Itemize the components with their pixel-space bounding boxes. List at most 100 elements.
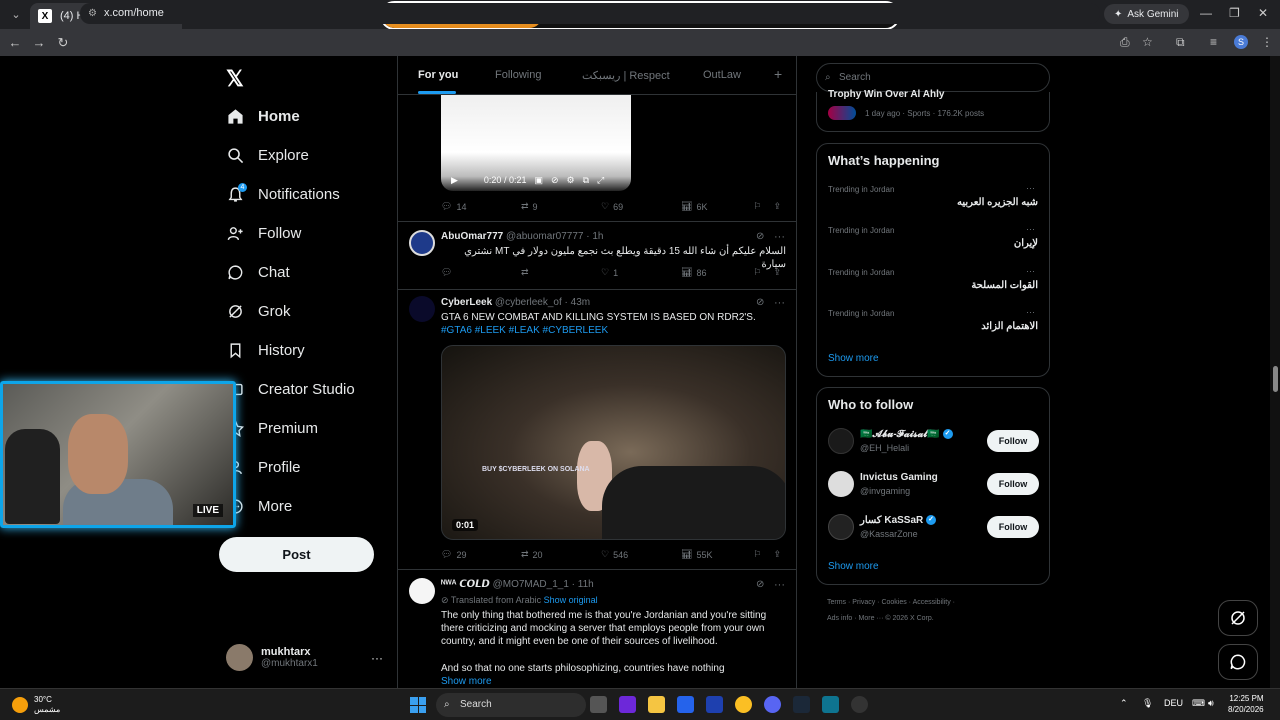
- search-input[interactable]: ⌕ Search: [816, 63, 1050, 92]
- start-menu-icon[interactable]: [410, 697, 426, 713]
- app-icon[interactable]: [619, 696, 636, 713]
- follow-handle[interactable]: @invgaming: [860, 486, 910, 496]
- tweet-hashtags[interactable]: #GTA6 #LEEK #LEAK #CYBERLEEK: [441, 324, 786, 337]
- close-window-icon[interactable]: ✕: [1258, 6, 1268, 20]
- extensions-icon[interactable]: ⧉: [1176, 35, 1185, 50]
- views-button[interactable]: 📊︎ 55K: [681, 549, 761, 560]
- views-button[interactable]: 📊︎ 86: [681, 267, 761, 278]
- like-button[interactable]: ♡ 69: [601, 201, 681, 212]
- show-more-link[interactable]: Show more: [828, 353, 879, 364]
- avatar[interactable]: [409, 296, 435, 322]
- microphone-icon[interactable]: 🎙︎: [1142, 698, 1153, 709]
- grok-icon[interactable]: ⊘: [756, 231, 764, 242]
- reply-button[interactable]: 💬︎ 14: [441, 201, 521, 212]
- author-handle[interactable]: @MO7MAD_1_1 · 11h: [493, 579, 594, 590]
- author-name[interactable]: AbuOmar777: [441, 231, 503, 242]
- follow-name[interactable]: كسار KaSSaR ✓: [860, 515, 937, 526]
- sidebar-item-home[interactable]: Home: [226, 104, 300, 128]
- steam-icon[interactable]: [793, 696, 810, 713]
- follow-button[interactable]: Follow: [987, 473, 1039, 495]
- like-button[interactable]: ♡ 1: [601, 267, 681, 278]
- follow-handle[interactable]: @EH_Helali: [860, 443, 909, 453]
- weather-widget[interactable]: 30°C مشمس: [12, 695, 60, 715]
- avatar[interactable]: [828, 514, 854, 540]
- more-icon[interactable]: ···: [774, 579, 785, 591]
- share-icon[interactable]: ⇪: [773, 201, 781, 212]
- follow-button[interactable]: Follow: [987, 430, 1039, 452]
- taskbar-search[interactable]: ⌕ Search: [436, 693, 586, 717]
- x-logo-icon[interactable]: 𝕏: [226, 66, 244, 92]
- file-explorer-icon[interactable]: [648, 696, 665, 713]
- captions-icon[interactable]: ▣: [534, 175, 543, 186]
- tab-respect[interactable]: ريسبكت | Respect: [582, 69, 670, 82]
- discord-icon[interactable]: [764, 696, 781, 713]
- sidebar-item-follow[interactable]: Follow: [226, 221, 301, 245]
- avatar[interactable]: [828, 428, 854, 454]
- store-icon[interactable]: [677, 696, 694, 713]
- mail-icon[interactable]: [706, 696, 723, 713]
- trend-name[interactable]: الاهتمام الزائد: [981, 321, 1038, 332]
- sidebar-item-premium[interactable]: Premium: [226, 416, 318, 440]
- show-more-link[interactable]: Show more: [441, 676, 492, 687]
- system-clock[interactable]: 12:25 PM 8/20/2026: [1228, 693, 1264, 715]
- avatar[interactable]: [409, 230, 435, 256]
- sidebar-item-profile[interactable]: Profile: [226, 455, 301, 479]
- tab-for-you[interactable]: For you: [418, 69, 458, 81]
- more-icon[interactable]: ···: [1026, 183, 1035, 193]
- like-button[interactable]: ♡ 546: [601, 549, 681, 560]
- more-icon[interactable]: ···: [1026, 224, 1035, 234]
- ask-gemini-button[interactable]: ✦ Ask Gemini: [1104, 4, 1189, 24]
- follow-name[interactable]: 🇸🇦𝓐𝓫𝓾-𝓕𝓪𝓲𝓼𝓪𝓵🇸🇦 ✓: [860, 429, 953, 440]
- sidebar-item-chat[interactable]: Chat: [226, 260, 290, 284]
- trend-card[interactable]: Trophy Win Over Al Ahly 1 day ago · Spor…: [816, 89, 1050, 132]
- chrome-icon[interactable]: [735, 696, 752, 713]
- more-icon[interactable]: ···: [774, 297, 785, 309]
- add-tab-icon[interactable]: +: [774, 66, 782, 82]
- follow-handle[interactable]: @KassarZone: [860, 529, 918, 539]
- show-more-link[interactable]: Show more: [828, 561, 879, 572]
- more-icon[interactable]: ···: [774, 231, 785, 243]
- tweet-video[interactable]: ▶ 0:20 / 0:21 ▣ ⊘ ⚙ ⧉ ⤢: [441, 94, 631, 191]
- tweet-video[interactable]: BUY $CYBERLEEK ON SOLANA 0:01: [441, 345, 786, 540]
- author-handle[interactable]: @abuomar07777 · 1h: [506, 231, 603, 242]
- tab-following[interactable]: Following: [495, 69, 541, 81]
- more-icon[interactable]: ···: [1026, 266, 1035, 276]
- follow-name[interactable]: Invictus Gaming: [860, 472, 938, 483]
- repost-button[interactable]: ⇄: [521, 267, 601, 278]
- obs-icon[interactable]: [851, 696, 868, 713]
- avatar[interactable]: [828, 471, 854, 497]
- volume-icon[interactable]: 🔊︎: [1208, 698, 1214, 709]
- page-scrollbar[interactable]: [1270, 56, 1280, 688]
- scrollbar-thumb[interactable]: [1273, 366, 1278, 392]
- task-view-icon[interactable]: [590, 696, 607, 713]
- settings-icon[interactable]: ⚙: [567, 175, 575, 186]
- repost-button[interactable]: ⇄ 20: [521, 549, 601, 560]
- share-icon[interactable]: ⇪: [773, 549, 781, 560]
- grok-fab-button[interactable]: [1218, 600, 1258, 636]
- messages-fab-button[interactable]: [1218, 644, 1258, 680]
- author-name[interactable]: ᴺᵂᴬ 𝘾𝙊𝙇𝘿: [441, 579, 490, 590]
- sidebar-item-grok[interactable]: Grok: [226, 299, 291, 323]
- reload-icon[interactable]: ↻: [51, 35, 75, 51]
- trend-name[interactable]: شبه الجزيره العربيه: [957, 197, 1038, 208]
- bookmark-icon[interactable]: ⚐: [753, 549, 761, 560]
- account-switcher[interactable]: mukhtarx @mukhtarx1: [226, 644, 318, 671]
- reply-button[interactable]: 💬︎: [441, 267, 521, 278]
- reply-button[interactable]: 💬︎ 29: [441, 549, 521, 560]
- author-name[interactable]: CyberLeek: [441, 297, 492, 308]
- views-button[interactable]: 📊︎ 6K: [681, 201, 761, 212]
- footer-links[interactable]: Ads info · More ··· © 2026 X Corp.: [827, 615, 934, 622]
- mute-icon[interactable]: ⊘: [551, 175, 559, 186]
- trend-name[interactable]: لإيران: [1014, 238, 1038, 249]
- sidebar-item-creator-studio[interactable]: Creator Studio: [226, 377, 355, 401]
- tray-chevron-icon[interactable]: ⌃: [1120, 698, 1128, 709]
- tab-outlaw[interactable]: OutLaw: [703, 69, 741, 81]
- author-handle[interactable]: @cyberleek_of · 43m: [495, 297, 590, 308]
- sidebar-item-explore[interactable]: Explore: [226, 143, 309, 167]
- tab-search-icon[interactable]: ⌄: [2, 5, 30, 25]
- reading-list-icon[interactable]: ≡: [1210, 35, 1217, 49]
- shield-app-icon[interactable]: [822, 696, 839, 713]
- share-icon[interactable]: ⇪: [773, 267, 781, 278]
- browser-profile-avatar[interactable]: S: [1234, 35, 1248, 49]
- account-more-icon[interactable]: ···: [371, 651, 383, 665]
